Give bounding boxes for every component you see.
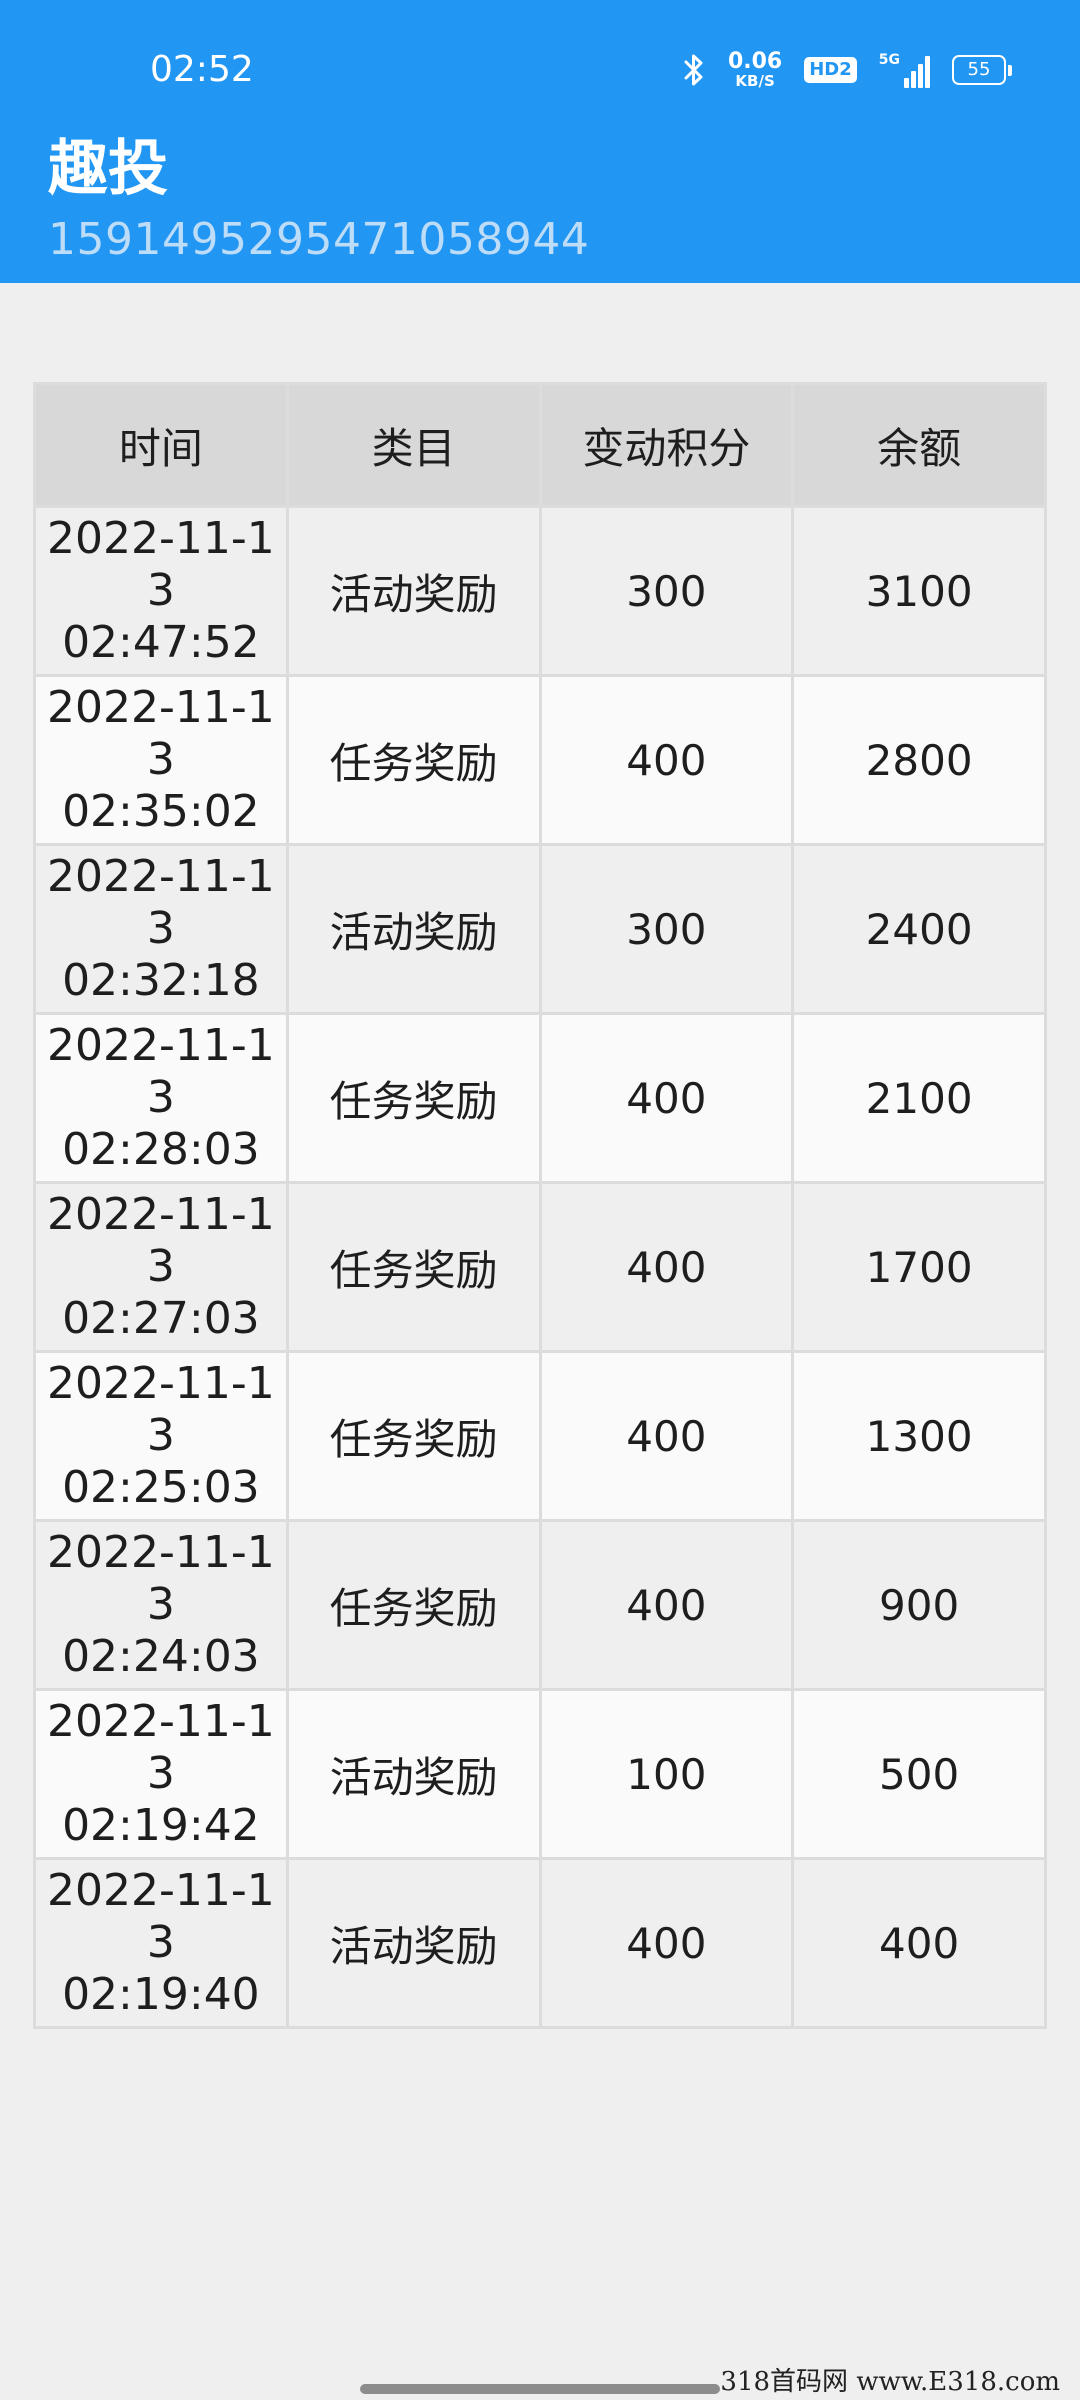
hd-voice-badge: HD2	[804, 57, 857, 83]
balance-cell: 500	[791, 1688, 1047, 1860]
time-cell: 2022-11-1 3 02:19:40	[33, 1857, 289, 2029]
balance-cell: 2400	[791, 843, 1047, 1015]
time-line-2: 3 02:27:03	[62, 1241, 260, 1344]
table-row: 2022-11-1 3 02:27:03 任务奖励 400 1700	[33, 1181, 1047, 1353]
time-line-1: 2022-11-1	[47, 682, 275, 733]
status-icons: 0.06 KB/S HD2 5G 55	[682, 48, 1012, 92]
signal-label: 5G	[878, 52, 900, 68]
time-line-1: 2022-11-1	[47, 851, 275, 902]
network-speed-value: 0.06	[727, 49, 783, 74]
time-line-1: 2022-11-1	[47, 1865, 275, 1916]
points-records-table: 时间 类目 变动积分 余额 2022-11-1 3 02:47:52 活动奖励 3…	[33, 382, 1047, 2029]
time-cell: 2022-11-1 3 02:47:52	[33, 505, 289, 677]
time-line-2: 3 02:32:18	[62, 903, 260, 1006]
time-line-1: 2022-11-1	[47, 513, 275, 564]
category-cell: 任务奖励	[285, 674, 542, 846]
signal-bar	[904, 78, 909, 88]
table-row: 2022-11-1 3 02:35:02 任务奖励 400 2800	[33, 674, 1047, 846]
column-header-category: 类目	[285, 382, 542, 508]
category-cell: 任务奖励	[285, 1519, 542, 1691]
battery-icon: 55	[952, 55, 1012, 85]
time-line-2: 3 02:35:02	[62, 734, 260, 837]
time-cell: 2022-11-1 3 02:32:18	[33, 843, 289, 1015]
table-header-row: 时间 类目 变动积分 余额	[33, 382, 1047, 508]
table-row: 2022-11-1 3 02:28:03 任务奖励 400 2100	[33, 1012, 1047, 1184]
table-row: 2022-11-1 3 02:19:42 活动奖励 100 500	[33, 1688, 1047, 1860]
category-cell: 活动奖励	[285, 843, 542, 1015]
change-cell: 300	[538, 843, 795, 1015]
watermark: 318首码网 www.E318.com	[720, 2367, 1060, 2397]
bluetooth-icon	[684, 54, 703, 86]
battery-tip	[1008, 64, 1012, 76]
time-cell: 2022-11-1 3 02:24:03	[33, 1519, 289, 1691]
balance-cell: 400	[791, 1857, 1047, 2029]
time-line-2: 3 02:24:03	[62, 1579, 260, 1682]
time-line-2: 3 02:28:03	[62, 1072, 260, 1175]
table-row: 2022-11-1 3 02:25:03 任务奖励 400 1300	[33, 1350, 1047, 1522]
category-cell: 任务奖励	[285, 1350, 542, 1522]
time-cell: 2022-11-1 3 02:28:03	[33, 1012, 289, 1184]
change-cell: 400	[538, 1350, 795, 1522]
change-cell: 400	[538, 1857, 795, 2029]
change-cell: 300	[538, 505, 795, 677]
time-line-1: 2022-11-1	[47, 1020, 275, 1071]
table-row: 2022-11-1 3 02:47:52 活动奖励 300 3100	[33, 505, 1047, 677]
category-cell: 任务奖励	[285, 1181, 542, 1353]
category-cell: 活动奖励	[285, 1857, 542, 2029]
balance-cell: 2800	[791, 674, 1047, 846]
time-cell: 2022-11-1 3 02:35:02	[33, 674, 289, 846]
time-line-1: 2022-11-1	[47, 1696, 275, 1747]
time-line-1: 2022-11-1	[47, 1358, 275, 1409]
time-line-1: 2022-11-1	[47, 1189, 275, 1240]
status-time: 02:52	[150, 49, 254, 90]
time-line-1: 2022-11-1	[47, 1527, 275, 1578]
time-line-2: 3 02:47:52	[62, 565, 260, 668]
column-header-time: 时间	[33, 382, 289, 508]
app-header: 02:52 0.06 KB/S HD2 5G 55 趣投 15914952954…	[0, 0, 1080, 283]
page-title: 趣投	[48, 134, 168, 204]
change-cell: 100	[538, 1688, 795, 1860]
category-cell: 活动奖励	[285, 1688, 542, 1860]
balance-cell: 2100	[791, 1012, 1047, 1184]
time-line-2: 3 02:25:03	[62, 1410, 260, 1513]
change-cell: 400	[538, 1181, 795, 1353]
column-header-balance: 余额	[791, 382, 1047, 508]
column-header-change: 变动积分	[538, 382, 795, 508]
change-cell: 400	[538, 1012, 795, 1184]
battery-level: 55	[952, 55, 1006, 85]
category-cell: 任务奖励	[285, 1012, 542, 1184]
table-row: 2022-11-1 3 02:32:18 活动奖励 300 2400	[33, 843, 1047, 1015]
time-cell: 2022-11-1 3 02:19:42	[33, 1688, 289, 1860]
signal-bar	[925, 56, 930, 88]
cellular-signal-icon: 5G	[879, 52, 930, 88]
status-bar: 02:52 0.06 KB/S HD2 5G 55	[0, 0, 1080, 140]
network-speed-unit: KB/S	[735, 72, 775, 90]
time-cell: 2022-11-1 3 02:25:03	[33, 1350, 289, 1522]
home-indicator[interactable]	[360, 2384, 720, 2394]
signal-bar	[918, 64, 923, 88]
page-subtitle: 15914952954710589​44	[48, 214, 590, 265]
balance-cell: 1300	[791, 1350, 1047, 1522]
table-row: 2022-11-1 3 02:19:40 活动奖励 400 400	[33, 1857, 1047, 2029]
balance-cell: 1700	[791, 1181, 1047, 1353]
balance-cell: 900	[791, 1519, 1047, 1691]
balance-cell: 3100	[791, 505, 1047, 677]
network-speed: 0.06 KB/S	[728, 51, 782, 89]
screen: 02:52 0.06 KB/S HD2 5G 55 趣投 15914952954…	[0, 0, 1080, 2400]
category-cell: 活动奖励	[285, 505, 542, 677]
change-cell: 400	[538, 1519, 795, 1691]
time-line-2: 3 02:19:40	[62, 1917, 260, 2020]
time-cell: 2022-11-1 3 02:27:03	[33, 1181, 289, 1353]
table-row: 2022-11-1 3 02:24:03 任务奖励 400 900	[33, 1519, 1047, 1691]
change-cell: 400	[538, 674, 795, 846]
signal-bar	[911, 71, 916, 88]
time-line-2: 3 02:19:42	[62, 1748, 260, 1851]
